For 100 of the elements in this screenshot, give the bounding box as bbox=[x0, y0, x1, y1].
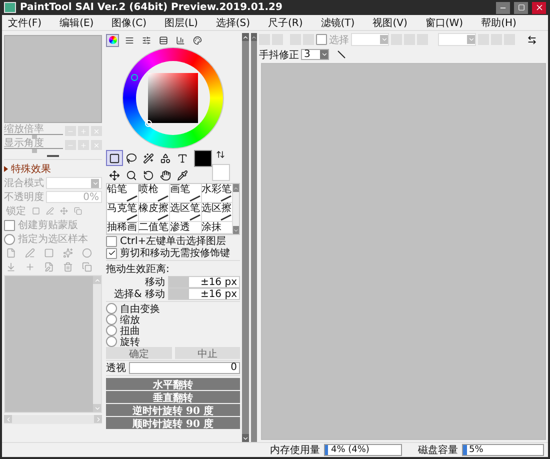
brush-slot[interactable]: 橡皮擦 bbox=[138, 203, 170, 222]
field-label: 混合模式 bbox=[4, 176, 44, 190]
rotate-button[interactable]: 逆时针旋转 90 度 bbox=[106, 404, 240, 416]
dropdown[interactable] bbox=[438, 33, 476, 46]
reset-button[interactable] bbox=[91, 140, 102, 150]
menu-item[interactable]: 窗口(W) bbox=[425, 16, 464, 30]
menu-item[interactable]: 帮助(H) bbox=[481, 16, 516, 30]
rotate-button[interactable]: 顺时针旋转 90 度 bbox=[106, 417, 240, 429]
maximize-icon bbox=[518, 4, 524, 11]
section-label: 拖动生效距离: bbox=[106, 262, 170, 276]
menu-item[interactable]: 文件(F) bbox=[8, 16, 42, 30]
checkbox[interactable] bbox=[106, 236, 117, 246]
menu-item[interactable]: 图像(C) bbox=[112, 16, 146, 30]
copy-icon[interactable] bbox=[74, 207, 82, 215]
sparkle-icon[interactable] bbox=[63, 248, 73, 258]
brush-icon bbox=[157, 214, 169, 221]
text-icon bbox=[177, 152, 188, 164]
sliders-icon bbox=[142, 36, 151, 44]
hand-icon bbox=[160, 170, 171, 180]
pen-icon[interactable] bbox=[46, 207, 54, 215]
hue-marker[interactable] bbox=[131, 74, 138, 81]
brush-icon bbox=[188, 214, 200, 221]
trash-icon[interactable] bbox=[63, 262, 73, 272]
radio-button[interactable] bbox=[106, 325, 117, 336]
menu-item[interactable]: 尺子(R) bbox=[268, 16, 303, 30]
brush-slot[interactable]: 渗透 bbox=[170, 222, 202, 234]
field-label: 手抖修正 bbox=[259, 48, 299, 62]
perspective-field[interactable]: 0 bbox=[129, 362, 240, 374]
line-icon[interactable] bbox=[337, 50, 346, 59]
checkbox[interactable] bbox=[106, 248, 117, 258]
brush-slot[interactable]: 抽稀画 bbox=[107, 222, 138, 234]
close-icon bbox=[534, 3, 544, 12]
field-label: 移动 bbox=[145, 276, 165, 289]
rows-icon bbox=[159, 36, 168, 44]
foreground-swatch[interactable] bbox=[194, 150, 212, 167]
window-title: PaintTool SAI Ver.2 (64bit) Preview.2019.01.29 bbox=[20, 2, 284, 13]
memory-meter: 4% (4%) bbox=[324, 444, 402, 456]
color-tab[interactable] bbox=[106, 34, 119, 46]
option-label: 旋转 bbox=[120, 336, 140, 348]
brush-slot[interactable]: 喷枪 bbox=[138, 184, 170, 203]
background-swatch[interactable] bbox=[212, 164, 230, 181]
brush-slot[interactable]: 铅笔 bbox=[107, 184, 138, 203]
brush-slot[interactable]: 画笔 bbox=[170, 184, 202, 203]
radio-button[interactable] bbox=[106, 314, 117, 325]
distance-field[interactable]: ±16 px bbox=[168, 288, 240, 300]
rotate-button[interactable]: 垂直翻转 bbox=[106, 391, 240, 403]
expand-icon bbox=[4, 166, 8, 172]
plus-icon[interactable] bbox=[25, 262, 35, 272]
select-icon bbox=[109, 152, 120, 164]
swap-icon[interactable] bbox=[216, 150, 225, 159]
edit-icon[interactable] bbox=[44, 262, 54, 272]
menu-item[interactable]: 视图(V) bbox=[372, 16, 408, 30]
color-square[interactable] bbox=[148, 73, 198, 123]
move-icon[interactable] bbox=[60, 207, 68, 215]
menu-item[interactable]: 滤镜(T) bbox=[320, 16, 355, 30]
minimize-button[interactable] bbox=[496, 2, 510, 14]
brush-slot[interactable]: 二值笔 bbox=[138, 222, 170, 234]
brush-icon bbox=[126, 214, 138, 221]
brush-icon bbox=[157, 195, 169, 202]
rotate-button[interactable]: 水平翻转 bbox=[106, 378, 240, 390]
status-label: 磁盘容量 bbox=[418, 444, 458, 457]
color-tab[interactable] bbox=[191, 34, 204, 46]
plus-icon bbox=[80, 142, 87, 148]
chevron-down-icon bbox=[380, 36, 388, 43]
chevron-left-icon bbox=[4, 416, 12, 422]
radio-button[interactable] bbox=[106, 303, 117, 314]
swap-icon[interactable] bbox=[527, 34, 537, 44]
merge-down-icon[interactable] bbox=[6, 262, 16, 272]
brush-slot[interactable]: 选区笔 bbox=[170, 203, 202, 222]
slider-label: 显示角度 bbox=[4, 139, 45, 148]
option-label: 自由变换 bbox=[120, 302, 160, 314]
menu-item[interactable]: 图层(L) bbox=[164, 16, 198, 30]
tool-button[interactable] bbox=[106, 150, 123, 166]
radio-button[interactable] bbox=[4, 234, 15, 244]
navigator-slider[interactable] bbox=[4, 134, 63, 137]
field-label: 锁定 bbox=[6, 204, 26, 218]
brush-slot[interactable]: 马克笔 bbox=[107, 203, 138, 222]
zoom-icon bbox=[126, 170, 137, 180]
distance-field[interactable]: ±16 px bbox=[168, 276, 240, 288]
reset-button[interactable] bbox=[91, 126, 102, 136]
navigator-slider[interactable] bbox=[4, 148, 63, 151]
close-icon bbox=[93, 128, 100, 134]
menu-item[interactable]: 编辑(E) bbox=[60, 16, 94, 30]
checkbox[interactable] bbox=[316, 34, 327, 45]
mask-icon[interactable] bbox=[82, 248, 92, 258]
check-icon bbox=[108, 249, 116, 257]
stabilizer-dropdown[interactable]: 3 bbox=[301, 49, 329, 60]
brush-icon bbox=[126, 195, 138, 202]
new-layer-icon[interactable] bbox=[6, 248, 16, 258]
chevron-up-icon bbox=[94, 276, 100, 284]
copy-icon[interactable] bbox=[82, 262, 92, 272]
radio-button[interactable] bbox=[106, 336, 117, 347]
dropdown[interactable] bbox=[351, 33, 389, 46]
close-button[interactable] bbox=[532, 2, 546, 14]
pen-icon[interactable] bbox=[25, 248, 35, 258]
menu-item[interactable]: 选择(S) bbox=[216, 16, 250, 30]
lock-icon[interactable] bbox=[32, 207, 40, 215]
option-label: 创建剪贴蒙版 bbox=[18, 218, 78, 232]
maximize-button[interactable] bbox=[514, 2, 528, 14]
checkbox[interactable] bbox=[4, 220, 15, 230]
